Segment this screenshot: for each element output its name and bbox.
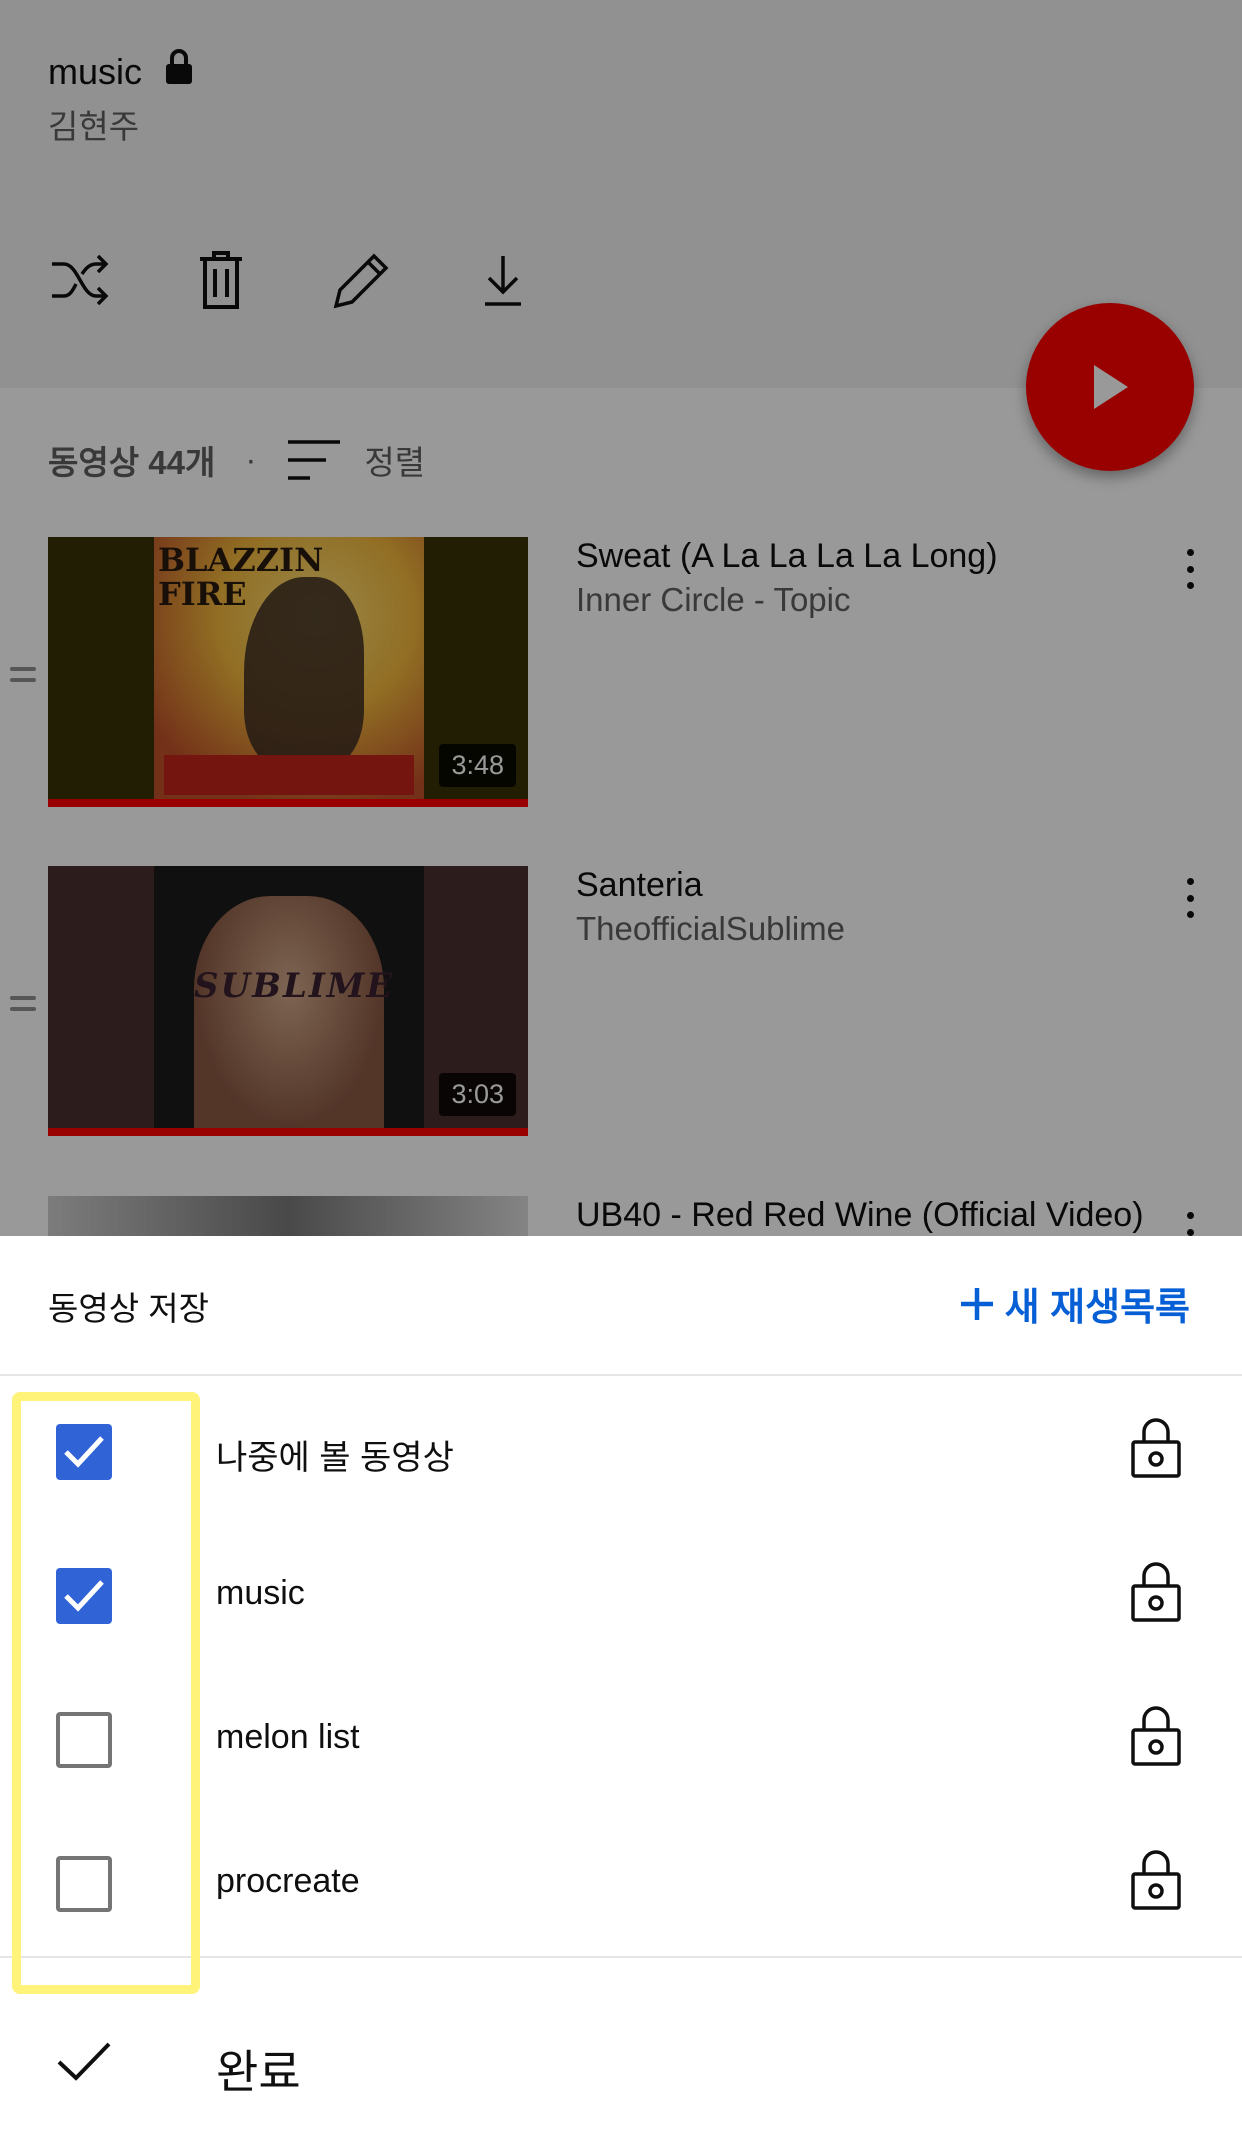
playlist-name: music (216, 1574, 305, 1612)
done-label: 완료 (216, 2046, 301, 2098)
private-lock-icon (1130, 1848, 1182, 1917)
playlist-name: procreate (216, 1862, 360, 1900)
checkbox-highlight-annotation (12, 1392, 200, 1994)
new-playlist-button[interactable]: 새 재생목록 (959, 1276, 1190, 1331)
playlist-name: melon list (216, 1718, 360, 1756)
new-playlist-label: 새 재생목록 (1004, 1287, 1190, 1329)
plus-icon (960, 1287, 993, 1320)
private-lock-icon (1130, 1560, 1182, 1629)
dim-overlay[interactable] (0, 0, 1242, 1236)
sheet-title: 동영상 저장 (48, 1290, 209, 1327)
private-lock-icon (1130, 1416, 1182, 1485)
sheet-header: 동영상 저장 새 재생목록 (0, 1236, 1242, 1376)
private-lock-icon (1130, 1704, 1182, 1773)
playlist-name: 나중에 볼 동영상 (216, 1439, 454, 1477)
done-check-icon (56, 2040, 112, 2089)
